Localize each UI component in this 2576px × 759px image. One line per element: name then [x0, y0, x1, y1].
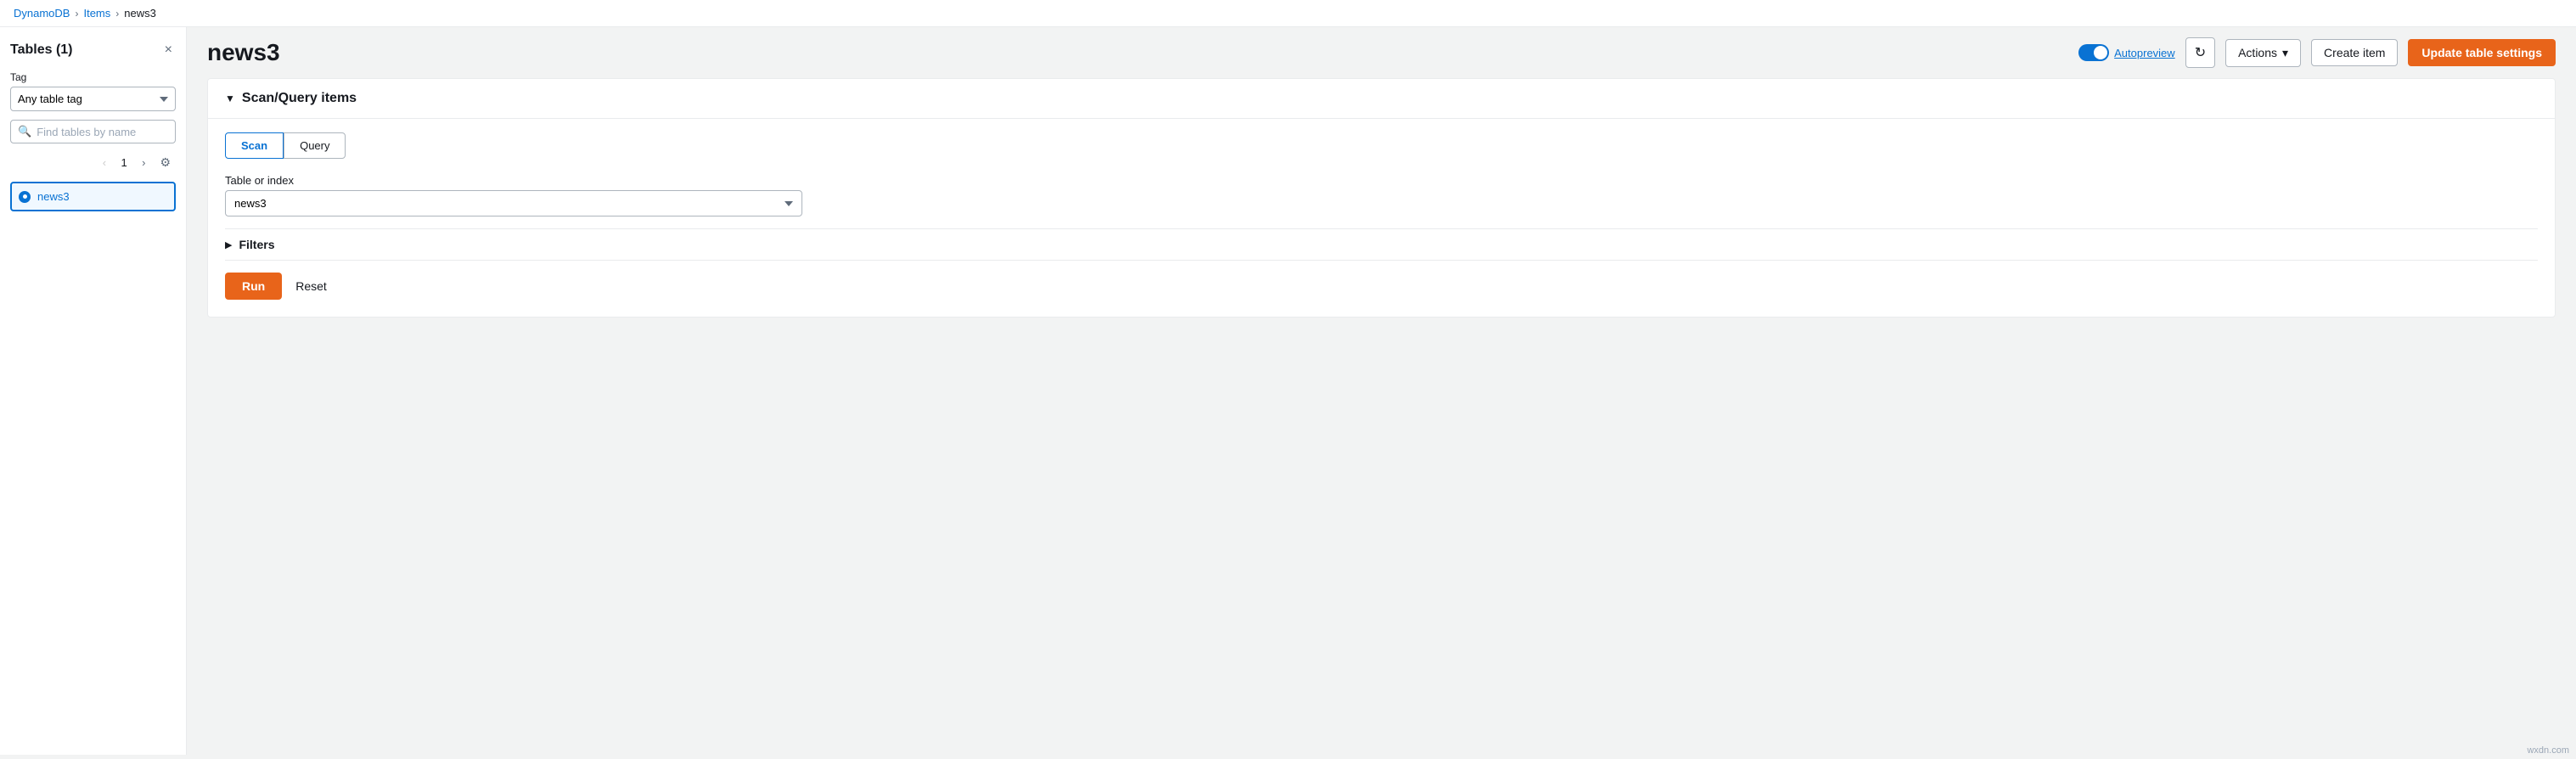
scan-panel-header[interactable]: ▼ Scan/Query items	[208, 79, 2555, 119]
autopreview-label: Autopreview	[2114, 47, 2175, 59]
pagination-row: ‹ 1 › ⚙	[10, 152, 176, 173]
sidebar-title: Tables (1)	[10, 42, 73, 58]
pagination-next-button[interactable]: ›	[136, 153, 151, 172]
table-or-index-label: Table or index	[225, 174, 2538, 187]
table-or-index-row: Table or index news3	[225, 174, 2538, 216]
action-row: Run Reset	[225, 260, 2538, 300]
content-area: news3 Autopreview ↻ Actions ▾ Create ite…	[187, 27, 2576, 755]
sidebar: Tables (1) × Tag Any table tag 🔍 ‹ 1 › ⚙…	[0, 27, 187, 755]
scan-tab[interactable]: Scan	[225, 132, 284, 159]
pagination-current: 1	[115, 156, 132, 169]
tag-label: Tag	[10, 71, 176, 83]
header-actions: Autopreview ↻ Actions ▾ Create item Upda…	[2078, 37, 2556, 68]
breadcrumb: DynamoDB › Items › news3	[0, 0, 2576, 27]
search-icon: 🔍	[18, 125, 31, 138]
filters-label: Filters	[239, 238, 274, 251]
actions-chevron-icon: ▾	[2282, 46, 2288, 60]
table-item-name: news3	[37, 190, 70, 203]
toggle-switch[interactable]	[2078, 44, 2109, 61]
toggle-knob	[2094, 46, 2107, 59]
close-sidebar-button[interactable]: ×	[161, 41, 176, 59]
filters-chevron-icon: ▶	[225, 239, 232, 250]
breadcrumb-current: news3	[124, 7, 156, 20]
run-button[interactable]: Run	[225, 273, 282, 300]
radio-selected-icon	[19, 191, 31, 203]
radio-inner	[23, 194, 27, 199]
table-or-index-select[interactable]: news3	[225, 190, 802, 216]
breadcrumb-items[interactable]: Items	[83, 7, 110, 20]
refresh-button[interactable]: ↻	[2185, 37, 2215, 68]
update-table-settings-button[interactable]: Update table settings	[2408, 39, 2556, 66]
autopreview-toggle[interactable]: Autopreview	[2078, 44, 2175, 61]
actions-button[interactable]: Actions ▾	[2225, 39, 2301, 67]
scan-panel-title: Scan/Query items	[242, 91, 357, 106]
actions-label: Actions	[2238, 46, 2277, 59]
tag-select[interactable]: Any table tag	[10, 87, 176, 111]
refresh-icon: ↻	[2195, 44, 2206, 61]
watermark: wxdn.com	[2527, 745, 2569, 756]
pagination-prev-button[interactable]: ‹	[97, 153, 112, 172]
pagination-settings-button[interactable]: ⚙	[155, 152, 176, 173]
table-list-item[interactable]: news3	[10, 182, 176, 211]
breadcrumb-dynamodb[interactable]: DynamoDB	[14, 7, 70, 20]
search-input[interactable]	[37, 126, 186, 138]
scan-query-tabs: Scan Query	[225, 132, 2538, 159]
page-title: news3	[207, 39, 280, 66]
breadcrumb-sep-1: ›	[75, 8, 78, 20]
create-item-button[interactable]: Create item	[2311, 39, 2398, 66]
scan-panel-body: Scan Query Table or index news3 ▶ Filter…	[208, 119, 2555, 317]
reset-button[interactable]: Reset	[292, 273, 330, 300]
sidebar-header: Tables (1) ×	[10, 41, 176, 59]
main-layout: Tables (1) × Tag Any table tag 🔍 ‹ 1 › ⚙…	[0, 27, 2576, 755]
panel-chevron-icon: ▼	[225, 93, 235, 104]
filters-row[interactable]: ▶ Filters	[225, 228, 2538, 260]
page-header: news3 Autopreview ↻ Actions ▾ Create ite…	[187, 27, 2576, 78]
scan-query-panel: ▼ Scan/Query items Scan Query Table or i…	[207, 78, 2556, 318]
search-box: 🔍	[10, 120, 176, 143]
breadcrumb-sep-2: ›	[115, 8, 119, 20]
query-tab[interactable]: Query	[284, 132, 346, 159]
